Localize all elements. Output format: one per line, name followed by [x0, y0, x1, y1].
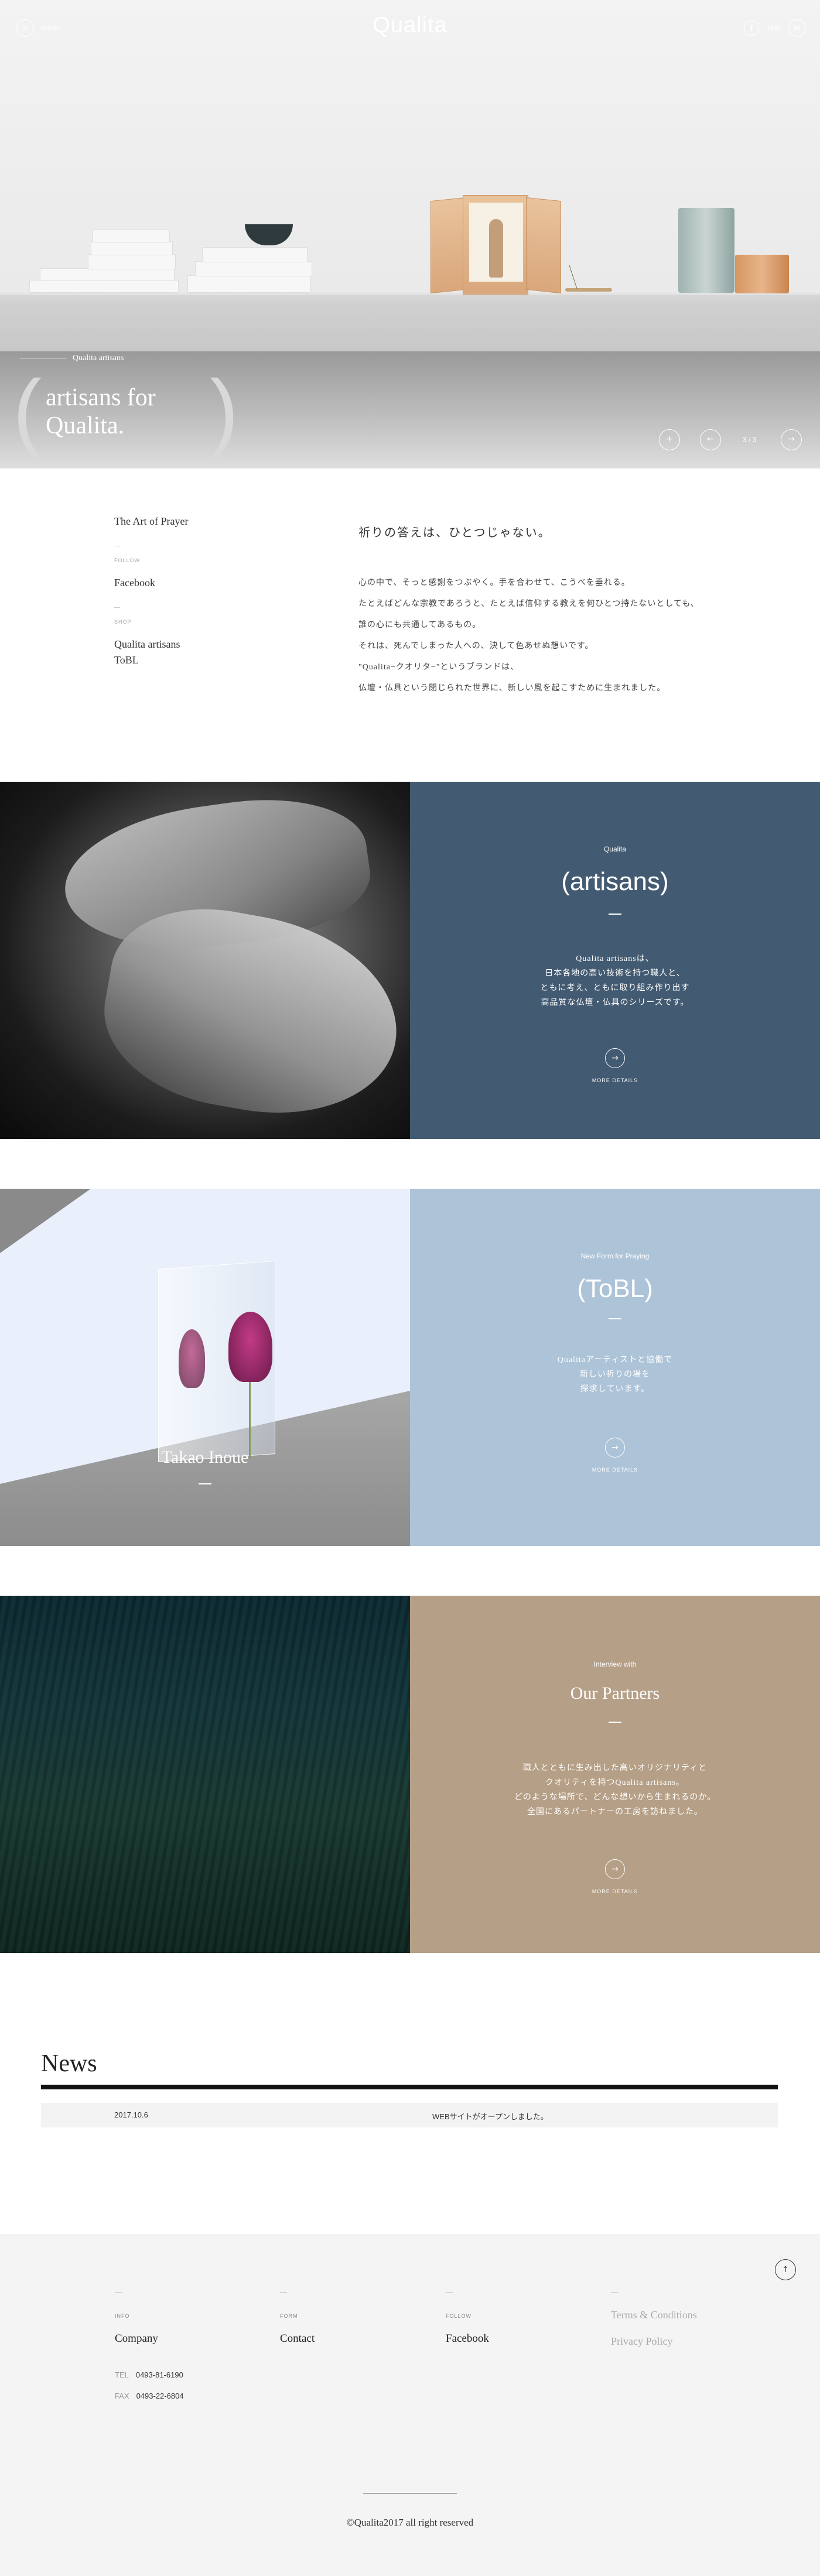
news-divider	[41, 2085, 778, 2089]
bracket-left: (	[13, 362, 42, 459]
footer-cat-form: FORM	[280, 2313, 298, 2319]
footer-cat-info: INFO	[115, 2313, 130, 2319]
tobl-title: (ToBL)	[577, 1274, 653, 1303]
page-top-icon[interactable]: ↑	[775, 2259, 796, 2280]
mail-icon[interactable]: ✉	[788, 19, 806, 37]
intro-body: 心の中で、そっと感謝をつぶやく。手を合わせて、こうべを垂れる。 たとえばどんな宗…	[358, 579, 699, 693]
arrow-right-icon[interactable]: →	[781, 429, 802, 450]
hero-shelf	[0, 293, 820, 351]
nav-category-follow: FOLLOW	[114, 557, 141, 563]
partners-title: Our Partners	[570, 1684, 660, 1703]
hero-section: Menu Qualita f Mail ✉ Qualita artisans (…	[0, 0, 820, 468]
tobl-more-details[interactable]: MORE DETAILS	[410, 1467, 820, 1473]
tobl-photo[interactable]: Takao Inoue	[0, 1189, 410, 1546]
photo-caption: Takao Inoue	[161, 1448, 249, 1467]
footer-link-terms[interactable]: Terms & Conditions	[611, 2309, 697, 2321]
tobl-body: Qualitaアーティストと協働で 新しい祈りの場を 探求しています。	[557, 1356, 673, 1394]
nav-category-shop: SHOP	[114, 619, 132, 625]
copyright: ©Qualita2017 all right reserved	[346, 2517, 474, 2528]
facebook-icon[interactable]: f	[743, 20, 759, 36]
shrine-door-left	[430, 197, 466, 294]
footer-cat-follow: FOLLOW	[446, 2313, 472, 2319]
footer: ↑ INFO Company FORM Contact FOLLOW Faceb…	[0, 2234, 820, 2576]
incense-holder	[565, 288, 612, 292]
arrow-right-icon[interactable]: →	[605, 1859, 625, 1879]
partners-photo-forest[interactable]	[0, 1596, 410, 1953]
news-title: News	[41, 2050, 97, 2077]
footer-link-facebook[interactable]: Facebook	[446, 2332, 489, 2345]
intro-heading: 祈りの答えは、ひとつじゃない。	[358, 526, 551, 539]
partners-panel: Interview with Our Partners 職人とともに生み出した高…	[410, 1596, 820, 1953]
link-art-of-prayer[interactable]: The Art of Prayer	[114, 515, 188, 528]
partners-small: Interview with	[593, 1660, 637, 1668]
arrow-left-icon[interactable]: ←	[700, 429, 721, 450]
footer-tel: TEL 0493-81-6190	[115, 2370, 183, 2379]
news-item[interactable]: 2017.10.6 WEBサイトがオープンしました。	[41, 2103, 778, 2127]
footer-link-contact[interactable]: Contact	[280, 2332, 315, 2345]
tobl-panel: New Form for Praying (ToBL) Qualitaアーティス…	[410, 1189, 820, 1546]
footer-link-company[interactable]: Company	[115, 2332, 158, 2345]
shrine-door-right	[526, 197, 561, 294]
footer-link-privacy[interactable]: Privacy Policy	[611, 2335, 673, 2348]
arrow-right-icon[interactable]: →	[605, 1048, 625, 1068]
link-facebook[interactable]: Facebook	[114, 577, 155, 589]
news-date: 2017.10.6	[114, 2110, 148, 2119]
bracket-right: )	[210, 362, 239, 459]
artisans-body: Qualita artisansは、 日本各地の高い技術を持つ職人と、 ともに考…	[540, 955, 690, 1007]
mail-link[interactable]: Mail	[767, 24, 780, 32]
cup	[735, 255, 789, 293]
bowl	[245, 224, 293, 245]
plus-icon[interactable]: +	[659, 429, 680, 450]
shrine	[463, 195, 528, 295]
partners-body: 職人とともに生み出した高いオリジナリティと クオリティを持つQualita ar…	[514, 1764, 716, 1816]
link-tobl[interactable]: ToBL	[114, 654, 139, 666]
tulip-flower	[228, 1312, 272, 1382]
artisans-title: (artisans)	[561, 867, 669, 896]
tobl-small: New Form for Praying	[580, 1252, 650, 1260]
partners-more-details[interactable]: MORE DETAILS	[410, 1889, 820, 1894]
page-indicator: 3 / 3	[743, 436, 757, 444]
artisans-panel: Qualita (artisans) Qualita artisansは、 日本…	[410, 782, 820, 1139]
artisans-more-details[interactable]: MORE DETAILS	[410, 1077, 820, 1083]
arrow-right-icon[interactable]: →	[605, 1438, 625, 1458]
header-actions: f Mail ✉	[743, 19, 806, 37]
vase	[678, 208, 734, 293]
book-stack	[29, 280, 179, 293]
hero-tag: Qualita artisans	[73, 354, 124, 362]
artisans-small: Qualita	[603, 845, 627, 853]
footer-fax: FAX 0493-22-6804	[115, 2392, 184, 2400]
site-logo[interactable]: Qualita	[0, 13, 820, 38]
artisans-photo-hands[interactable]	[0, 782, 410, 1139]
news-text: WEBサイトがオープンしました。	[432, 2112, 548, 2121]
hero-title: artisans for Qualita.	[46, 384, 156, 439]
link-qualita-artisans[interactable]: Qualita artisans	[114, 638, 180, 651]
